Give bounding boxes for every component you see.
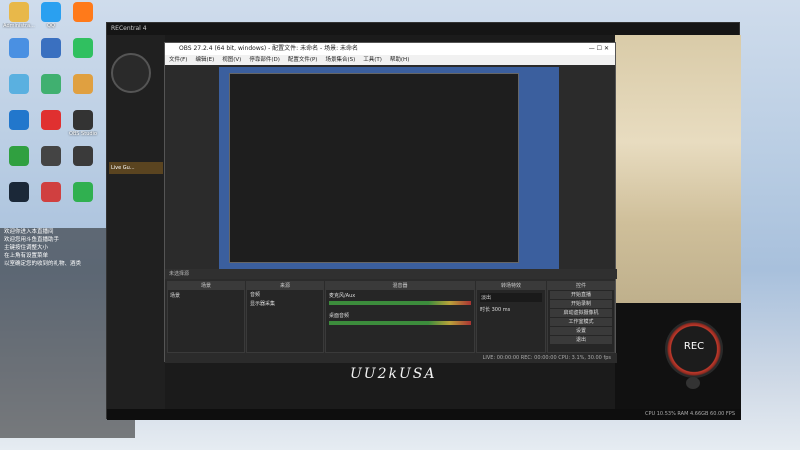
- app-icon: [41, 2, 61, 22]
- status-bar: CPU 10.53% RAM 4.66GB 60.00 FPS: [107, 409, 741, 420]
- menu-item[interactable]: 帮助(H): [390, 57, 409, 63]
- rec-label: REC: [683, 341, 705, 352]
- duration-input[interactable]: 300 ms: [492, 307, 511, 313]
- desktop-icon[interactable]: [2, 74, 36, 108]
- control-button[interactable]: 开始直播: [550, 291, 612, 299]
- app-icon: [9, 146, 29, 166]
- app-icon: [9, 74, 29, 94]
- desktop-icon[interactable]: [66, 146, 100, 180]
- desktop-icon[interactable]: [34, 38, 68, 72]
- desktop-icon-label: QQ: [47, 23, 55, 29]
- desktop-icon[interactable]: OBS Studio: [66, 110, 100, 144]
- app-icon: [41, 38, 61, 58]
- desktop-icon[interactable]: [66, 38, 100, 72]
- desktop-icon[interactable]: [34, 182, 68, 216]
- app-icon: [41, 182, 61, 202]
- desktop-icon[interactable]: [2, 38, 36, 72]
- app-icon: [41, 74, 61, 94]
- app-icon: [73, 146, 93, 166]
- app-icon: [41, 110, 61, 130]
- source-toolbar: 未选择源: [165, 269, 617, 279]
- obs-window: OBS 27.2.4 (64 bit, windows) - 配置文件: 未命名…: [164, 42, 617, 363]
- rec-button[interactable]: REC: [665, 320, 723, 378]
- menu-item[interactable]: 文件(F): [169, 57, 187, 63]
- volume-meter[interactable]: [329, 301, 471, 305]
- menu-bar: 文件(F) 编辑(E) 视图(V) 停靠部件(D) 配置文件(P) 场景集合(S) 工具(T…: [165, 55, 615, 65]
- logo-icon: [111, 53, 151, 93]
- source-item[interactable]: 显示器采集: [247, 299, 323, 308]
- menu-item[interactable]: 停靠部件(D): [249, 57, 280, 63]
- sidebar-item-live[interactable]: Live Gu...: [109, 162, 163, 174]
- control-button[interactable]: 工作室模式: [550, 318, 612, 326]
- desktop-icon[interactable]: [34, 110, 68, 144]
- app-icon: [73, 2, 93, 22]
- desktop-icon[interactable]: QQ: [34, 2, 68, 36]
- preview-canvas[interactable]: [219, 67, 559, 272]
- desktop-icon[interactable]: Administra...: [2, 2, 36, 36]
- sidebar: Live Gu...: [107, 35, 165, 420]
- volume-meter[interactable]: [329, 321, 471, 325]
- menu-item[interactable]: 编辑(E): [195, 57, 214, 63]
- scene-item[interactable]: 场景: [168, 290, 244, 301]
- obs-title: OBS 27.2.4 (64 bit, windows) - 配置文件: 未命名…: [179, 45, 359, 52]
- source-item[interactable]: 音频: [247, 290, 323, 299]
- preview-area: [615, 35, 741, 303]
- desktop-icon[interactable]: [34, 146, 68, 180]
- transitions-panel: 转场特效 淡出 时长 300 ms: [476, 281, 546, 353]
- window-controls-icon[interactable]: — ☐ ✕: [589, 43, 609, 55]
- app-icon: [73, 110, 93, 130]
- nested-preview: [229, 73, 519, 263]
- desktop-icon[interactable]: [2, 110, 36, 144]
- menu-item[interactable]: 工具(T): [363, 57, 382, 63]
- obs-title-bar: OBS 27.2.4 (64 bit, windows) - 配置文件: 未命名…: [165, 43, 615, 55]
- desktop-icon[interactable]: [66, 2, 100, 36]
- app-icon: [9, 2, 29, 22]
- app-icon: [73, 182, 93, 202]
- app-icon: [73, 38, 93, 58]
- app-icon: [41, 146, 61, 166]
- mixer-label: 桌面音频: [329, 313, 350, 319]
- sources-panel: 来源 音频 显示器采集: [246, 281, 324, 353]
- desktop-icon[interactable]: [66, 74, 100, 108]
- scenes-panel: 场景 场景: [167, 281, 245, 353]
- control-button[interactable]: 开始录制: [550, 300, 612, 308]
- app-icon: [73, 74, 93, 94]
- controls-panel: 控件 开始直播 开始录制 启动虚拟摄像机 工作室模式 设置 退出: [547, 281, 615, 353]
- app-icon: [9, 38, 29, 58]
- window-title: RECentral 4: [107, 23, 739, 35]
- control-button[interactable]: 退出: [550, 336, 612, 344]
- app-icon: [9, 182, 29, 202]
- camera-icon[interactable]: [686, 377, 700, 389]
- app-icon: [9, 110, 29, 130]
- menu-item[interactable]: 视图(V): [222, 57, 241, 63]
- desktop-icon-label: Administra...: [3, 23, 35, 29]
- desktop-icon[interactable]: [2, 146, 36, 180]
- desktop-icon-label: OBS Studio: [69, 131, 97, 137]
- transition-select[interactable]: 淡出: [480, 293, 542, 302]
- control-button[interactable]: 启动虚拟摄像机: [550, 309, 612, 317]
- mixer-label: 麦克风/Aux: [329, 293, 356, 299]
- desktop-icon[interactable]: [2, 182, 36, 216]
- mixer-panel: 混音器 麦克风/Aux 桌面音频: [325, 281, 475, 353]
- obs-status-bar: LIVE: 00:00:00 REC: 00:00:00 CPU: 3.1%, …: [165, 353, 617, 363]
- mixer-row: 桌面音频: [326, 310, 474, 330]
- menu-item[interactable]: 配置文件(P): [288, 57, 318, 63]
- desktop-icon[interactable]: [66, 182, 100, 216]
- control-button[interactable]: 设置: [550, 327, 612, 335]
- overlay-text: UU2kUSA: [350, 366, 437, 382]
- mixer-row: 麦克风/Aux: [326, 290, 474, 310]
- desktop-icon[interactable]: [34, 74, 68, 108]
- menu-item[interactable]: 场景集合(S): [325, 57, 355, 63]
- status-text: CPU 10.53% RAM 4.66GB 60.00 FPS: [645, 411, 735, 417]
